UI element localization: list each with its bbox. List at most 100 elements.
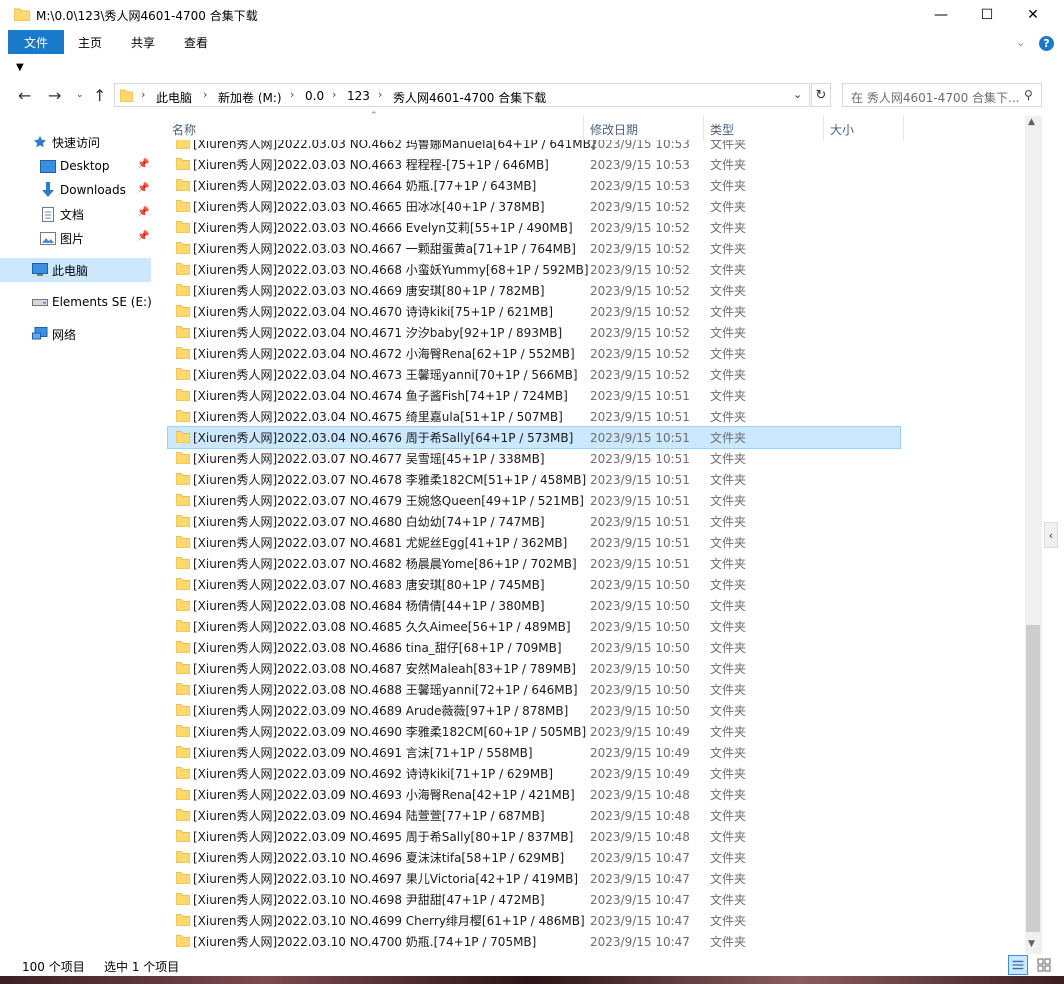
file-row[interactable]: [Xiuren秀人网]2022.03.03 NO.4668 小蛮妖Yummy[6… [168, 259, 900, 280]
file-row[interactable]: [Xiuren秀人网]2022.03.07 NO.4682 杨晨晨Yome[86… [168, 553, 900, 574]
file-row[interactable]: [Xiuren秀人网]2022.03.09 NO.4690 李雅柔182CM[6… [168, 721, 900, 742]
breadcrumb-separator-icon[interactable]: › [141, 88, 145, 101]
tab-home[interactable]: 主页 [78, 30, 102, 54]
column-divider[interactable] [703, 116, 704, 140]
recent-locations-chevron-icon[interactable]: ⌄ [76, 90, 84, 100]
breadcrumb-folder-00[interactable]: 0.0 [305, 89, 324, 103]
file-name: [Xiuren秀人网]2022.03.07 NO.4680 白幼幼[74+1P … [193, 515, 545, 529]
column-header-size[interactable]: 大小 [830, 120, 900, 138]
breadcrumb-current-folder[interactable]: 秀人网4601-4700 合集下载 [393, 89, 546, 106]
file-type: 文件夹 [710, 704, 747, 718]
file-row[interactable]: [Xiuren秀人网]2022.03.08 NO.4688 王馨瑶yanni[7… [168, 679, 900, 700]
pin-icon[interactable]: 📌 [137, 231, 149, 242]
nav-network[interactable]: 网络 [32, 323, 76, 345]
nav-pictures[interactable]: 图片 [40, 227, 84, 249]
nav-elements-drive[interactable]: Elements SE (E:) [32, 291, 152, 313]
breadcrumb-this-pc[interactable]: 此电脑 [156, 89, 192, 106]
quick-access-toolbar-dropdown-icon[interactable]: ▼ [16, 62, 24, 73]
file-row[interactable]: [Xiuren秀人网]2022.03.04 NO.4676 周于希Sally[6… [167, 426, 901, 449]
file-row[interactable]: [Xiuren秀人网]2022.03.10 NO.4700 奶瓶.[74+1P … [168, 931, 900, 952]
file-row[interactable]: [Xiuren秀人网]2022.03.10 NO.4699 Cherry绯月樱[… [168, 910, 900, 931]
file-row[interactable]: [Xiuren秀人网]2022.03.09 NO.4695 周于希Sally[8… [168, 826, 900, 847]
file-row[interactable]: [Xiuren秀人网]2022.03.04 NO.4671 汐汐baby[92+… [168, 322, 900, 343]
file-row[interactable]: [Xiuren秀人网]2022.03.03 NO.4663 程程程-[75+1P… [168, 154, 900, 175]
minimize-button[interactable]: — [918, 0, 964, 30]
breadcrumb-separator-icon[interactable]: › [332, 88, 336, 101]
file-row[interactable]: [Xiuren秀人网]2022.03.07 NO.4683 唐安琪[80+1P … [168, 574, 900, 595]
file-row[interactable]: [Xiuren秀人网]2022.03.09 NO.4691 言沫[71+1P /… [168, 742, 900, 763]
details-view-icon[interactable] [1008, 955, 1028, 975]
column-header-date[interactable]: 修改日期 [590, 120, 700, 138]
file-row[interactable]: [Xiuren秀人网]2022.03.07 NO.4679 王婉悠Queen[4… [168, 490, 900, 511]
file-row[interactable]: [Xiuren秀人网]2022.03.08 NO.4684 杨倩倩[44+1P … [168, 595, 900, 616]
maximize-button[interactable]: ☐ [964, 0, 1010, 30]
breadcrumb-drive[interactable]: 新加卷 (M:) [218, 89, 282, 106]
breadcrumb-separator-icon[interactable]: › [378, 88, 382, 101]
column-divider[interactable] [823, 116, 824, 140]
file-modified-date: 2023/9/15 10:48 [590, 787, 690, 802]
pin-icon[interactable]: 📌 [137, 159, 149, 170]
refresh-icon[interactable]: ↻ [811, 83, 831, 107]
file-row[interactable]: [Xiuren秀人网]2022.03.03 NO.4667 一颗甜蛋黄a[71+… [168, 238, 900, 259]
back-arrow-icon[interactable]: ← [18, 86, 31, 105]
file-row[interactable]: [Xiuren秀人网]2022.03.04 NO.4674 鱼子酱Fish[74… [168, 385, 900, 406]
file-row[interactable]: [Xiuren秀人网]2022.03.07 NO.4678 李雅柔182CM[5… [168, 469, 900, 490]
folder-icon [176, 872, 190, 884]
file-type: 文件夹 [710, 347, 747, 361]
breadcrumb-separator-icon[interactable]: › [290, 88, 294, 101]
nav-quick-access[interactable]: 快速访问 [32, 131, 100, 153]
pin-icon[interactable]: 📌 [137, 207, 149, 218]
file-row[interactable]: [Xiuren秀人网]2022.03.07 NO.4680 白幼幼[74+1P … [168, 511, 900, 532]
search-placeholder[interactable]: 在 秀人网4601-4700 合集下... [851, 89, 1019, 106]
tab-view[interactable]: 查看 [184, 30, 208, 54]
scrollbar-thumb[interactable] [1026, 625, 1040, 932]
breadcrumb-folder-123[interactable]: 123 [347, 89, 370, 103]
pin-icon[interactable]: 📌 [137, 183, 149, 194]
breadcrumb-separator-icon[interactable]: › [203, 88, 207, 101]
nav-desktop[interactable]: Desktop [40, 155, 110, 177]
help-icon[interactable]: ? [1039, 36, 1054, 51]
tab-file[interactable]: 文件 [8, 30, 64, 54]
file-row[interactable]: [Xiuren秀人网]2022.03.03 NO.4664 奶瓶.[77+1P … [168, 175, 900, 196]
file-row[interactable]: [Xiuren秀人网]2022.03.09 NO.4693 小海臀Rena[42… [168, 784, 900, 805]
file-row[interactable]: [Xiuren秀人网]2022.03.03 NO.4666 Evelyn艾莉[5… [168, 217, 900, 238]
scroll-up-arrow-icon[interactable]: ▲ [1028, 117, 1035, 127]
close-button[interactable]: ✕ [1010, 0, 1056, 30]
tab-share[interactable]: 共享 [131, 30, 155, 54]
file-row[interactable]: [Xiuren秀人网]2022.03.07 NO.4681 尤妮丝Egg[41+… [168, 532, 900, 553]
up-arrow-icon[interactable]: ↑ [93, 86, 106, 105]
file-row[interactable]: [Xiuren秀人网]2022.03.10 NO.4697 果儿Victoria… [168, 868, 900, 889]
file-row[interactable]: [Xiuren秀人网]2022.03.09 NO.4692 诗诗kiki[71+… [168, 763, 900, 784]
file-row[interactable]: [Xiuren秀人网]2022.03.04 NO.4670 诗诗kiki[75+… [168, 301, 900, 322]
column-header-type[interactable]: 类型 [710, 120, 820, 138]
file-row[interactable]: [Xiuren秀人网]2022.03.10 NO.4698 尹甜甜[47+1P … [168, 889, 900, 910]
address-dropdown-chevron-icon[interactable]: ⌄ [793, 88, 802, 101]
file-row[interactable]: [Xiuren秀人网]2022.03.04 NO.4675 绮里嘉ula[51+… [168, 406, 900, 427]
file-row[interactable]: [Xiuren秀人网]2022.03.03 NO.4669 唐安琪[80+1P … [168, 280, 900, 301]
file-row[interactable]: [Xiuren秀人网]2022.03.08 NO.4686 tina_甜仔[68… [168, 637, 900, 658]
file-row[interactable]: [Xiuren秀人网]2022.03.04 NO.4673 王馨瑶yanni[7… [168, 364, 900, 385]
file-row[interactable]: [Xiuren秀人网]2022.03.03 NO.4662 玛鲁娜Manuela… [168, 140, 900, 154]
large-icons-view-icon[interactable] [1034, 955, 1054, 975]
column-divider[interactable] [903, 116, 904, 140]
file-modified-date: 2023/9/15 10:52 [590, 325, 690, 340]
file-row[interactable]: [Xiuren秀人网]2022.03.08 NO.4687 安然Maleah[8… [168, 658, 900, 679]
nav-downloads[interactable]: Downloads [40, 179, 126, 201]
file-row[interactable]: [Xiuren秀人网]2022.03.08 NO.4685 久久Aimee[56… [168, 616, 900, 637]
column-header-name[interactable]: 名称 [172, 120, 580, 138]
file-row[interactable]: [Xiuren秀人网]2022.03.07 NO.4677 吴雪瑶[45+1P … [168, 448, 900, 469]
scroll-down-arrow-icon[interactable]: ▼ [1028, 939, 1035, 949]
file-row[interactable]: [Xiuren秀人网]2022.03.03 NO.4665 田冰冰[40+1P … [168, 196, 900, 217]
forward-arrow-icon[interactable]: → [48, 86, 61, 105]
expand-ribbon-chevron-icon[interactable]: ⌄ [1016, 36, 1025, 49]
file-row[interactable]: [Xiuren秀人网]2022.03.09 NO.4689 Arude薇薇[97… [168, 700, 900, 721]
chevron-left-icon[interactable]: ‹ [1044, 522, 1058, 548]
nav-this-pc[interactable]: 此电脑 [32, 259, 88, 281]
folder-icon [176, 326, 190, 338]
file-row[interactable]: [Xiuren秀人网]2022.03.10 NO.4696 夏沫沫tifa[58… [168, 847, 900, 868]
nav-documents[interactable]: 文档 [40, 203, 84, 225]
file-row[interactable]: [Xiuren秀人网]2022.03.04 NO.4672 小海臀Rena[62… [168, 343, 900, 364]
search-icon[interactable]: ⚲ [1024, 88, 1033, 102]
file-row[interactable]: [Xiuren秀人网]2022.03.09 NO.4694 陆萱萱[77+1P … [168, 805, 900, 826]
column-divider[interactable] [583, 116, 584, 140]
